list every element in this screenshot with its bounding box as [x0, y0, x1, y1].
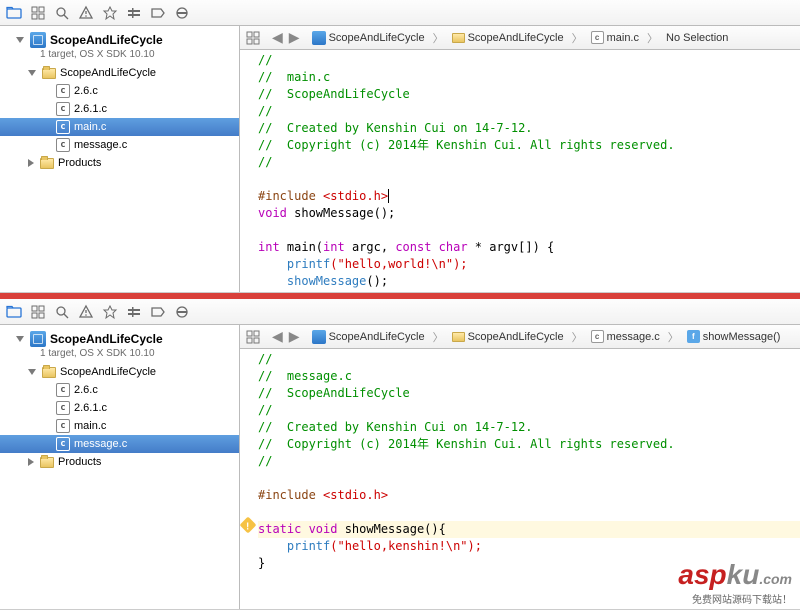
function-icon: f	[687, 330, 700, 343]
c-file-icon: c	[56, 102, 70, 116]
c-file-icon: c	[56, 437, 70, 451]
folder-icon	[40, 158, 54, 169]
disclosure-triangle-icon[interactable]	[28, 458, 34, 466]
disclosure-triangle-icon[interactable]	[16, 336, 24, 342]
breadcrumb-file[interactable]: cmain.c	[591, 31, 639, 44]
folder-node[interactable]: Products	[0, 154, 239, 172]
test-nav-icon[interactable]	[102, 5, 118, 21]
chevron-right-icon: 〉	[666, 329, 681, 345]
chevron-right-icon: 〉	[570, 329, 585, 345]
symbol-nav-icon[interactable]	[30, 304, 46, 320]
folder-icon	[452, 33, 465, 43]
breakpoint-nav-icon[interactable]	[150, 304, 166, 320]
breadcrumb-symbol[interactable]: fshowMessage()	[687, 330, 781, 343]
project-root[interactable]: ScopeAndLifeCycle	[0, 329, 239, 349]
file-node[interactable]: c2.6.1.c	[0, 399, 239, 417]
c-file-icon: c	[56, 419, 70, 433]
folder-nav-icon[interactable]	[6, 5, 22, 21]
xcodeproj-icon	[312, 31, 326, 45]
xcodeproj-icon	[312, 330, 326, 344]
file-node[interactable]: c2.6.c	[0, 381, 239, 399]
folder-node[interactable]: Products	[0, 453, 239, 471]
c-file-icon: c	[56, 401, 70, 415]
forward-button[interactable]: ▶	[289, 328, 300, 345]
folder-node[interactable]: ScopeAndLifeCycle	[0, 363, 239, 381]
chevron-right-icon: 〉	[431, 329, 446, 345]
folder-icon	[42, 68, 56, 79]
c-file-icon: c	[56, 138, 70, 152]
file-node[interactable]: c2.6.c	[0, 82, 239, 100]
project-subtitle: 1 target, OS X SDK 10.10	[0, 49, 239, 60]
navigator-toolbar-bottom	[0, 299, 800, 325]
file-node[interactable]: c2.6.1.c	[0, 100, 239, 118]
breadcrumb-file[interactable]: cmessage.c	[591, 330, 660, 343]
file-node-selected[interactable]: cmain.c	[0, 118, 239, 136]
c-file-icon: c	[56, 383, 70, 397]
code-editor-bottom[interactable]: // // message.c // ScopeAndLifeCycle // …	[240, 349, 800, 609]
code-editor-top[interactable]: // // main.c // ScopeAndLifeCycle // // …	[240, 50, 800, 292]
folder-nav-icon[interactable]	[6, 304, 22, 320]
log-nav-icon[interactable]	[174, 5, 190, 21]
file-node[interactable]: cmessage.c	[0, 136, 239, 154]
debug-nav-icon[interactable]	[126, 304, 142, 320]
c-file-icon: c	[591, 330, 604, 343]
xcodeproj-icon	[30, 331, 46, 347]
disclosure-triangle-icon[interactable]	[28, 70, 36, 76]
test-nav-icon[interactable]	[102, 304, 118, 320]
xcodeproj-icon	[30, 32, 46, 48]
forward-button[interactable]: ▶	[289, 29, 300, 46]
jump-bar-bottom: ◀ ▶ ScopeAndLifeCycle 〉 ScopeAndLifeCycl…	[240, 325, 800, 349]
file-node-selected[interactable]: cmessage.c	[0, 435, 239, 453]
related-items-icon[interactable]	[246, 330, 260, 344]
project-navigator-top: ScopeAndLifeCycle 1 target, OS X SDK 10.…	[0, 26, 240, 292]
jump-bar-top: ◀ ▶ ScopeAndLifeCycle 〉 ScopeAndLifeCycl…	[240, 26, 800, 50]
folder-icon	[42, 367, 56, 378]
c-file-icon: c	[56, 120, 70, 134]
log-nav-icon[interactable]	[174, 304, 190, 320]
breadcrumb-project[interactable]: ScopeAndLifeCycle	[312, 31, 425, 45]
navigator-toolbar-top	[0, 0, 800, 26]
search-nav-icon[interactable]	[54, 304, 70, 320]
disclosure-triangle-icon[interactable]	[16, 37, 24, 43]
c-file-icon: c	[591, 31, 604, 44]
symbol-nav-icon[interactable]	[30, 5, 46, 21]
chevron-right-icon: 〉	[645, 30, 660, 46]
disclosure-triangle-icon[interactable]	[28, 369, 36, 375]
folder-icon	[40, 457, 54, 468]
issues-nav-icon[interactable]	[78, 5, 94, 21]
project-name: ScopeAndLifeCycle	[50, 332, 163, 346]
breadcrumb-folder[interactable]: ScopeAndLifeCycle	[452, 32, 564, 44]
search-nav-icon[interactable]	[54, 5, 70, 21]
debug-nav-icon[interactable]	[126, 5, 142, 21]
c-file-icon: c	[56, 84, 70, 98]
chevron-right-icon: 〉	[431, 30, 446, 46]
file-node[interactable]: cmain.c	[0, 417, 239, 435]
related-items-icon[interactable]	[246, 31, 260, 45]
chevron-right-icon: 〉	[570, 30, 585, 46]
project-subtitle: 1 target, OS X SDK 10.10	[0, 348, 239, 359]
back-button[interactable]: ◀	[272, 29, 283, 46]
breadcrumb-symbol[interactable]: No Selection	[666, 32, 728, 44]
folder-icon	[452, 332, 465, 342]
folder-node[interactable]: ScopeAndLifeCycle	[0, 64, 239, 82]
breadcrumb-project[interactable]: ScopeAndLifeCycle	[312, 330, 425, 344]
project-root[interactable]: ScopeAndLifeCycle	[0, 30, 239, 50]
breakpoint-nav-icon[interactable]	[150, 5, 166, 21]
warning-icon[interactable]	[240, 517, 256, 534]
project-navigator-bottom: ScopeAndLifeCycle 1 target, OS X SDK 10.…	[0, 325, 240, 609]
disclosure-triangle-icon[interactable]	[28, 159, 34, 167]
back-button[interactable]: ◀	[272, 328, 283, 345]
project-name: ScopeAndLifeCycle	[50, 33, 163, 47]
breadcrumb-folder[interactable]: ScopeAndLifeCycle	[452, 331, 564, 343]
issues-nav-icon[interactable]	[78, 304, 94, 320]
